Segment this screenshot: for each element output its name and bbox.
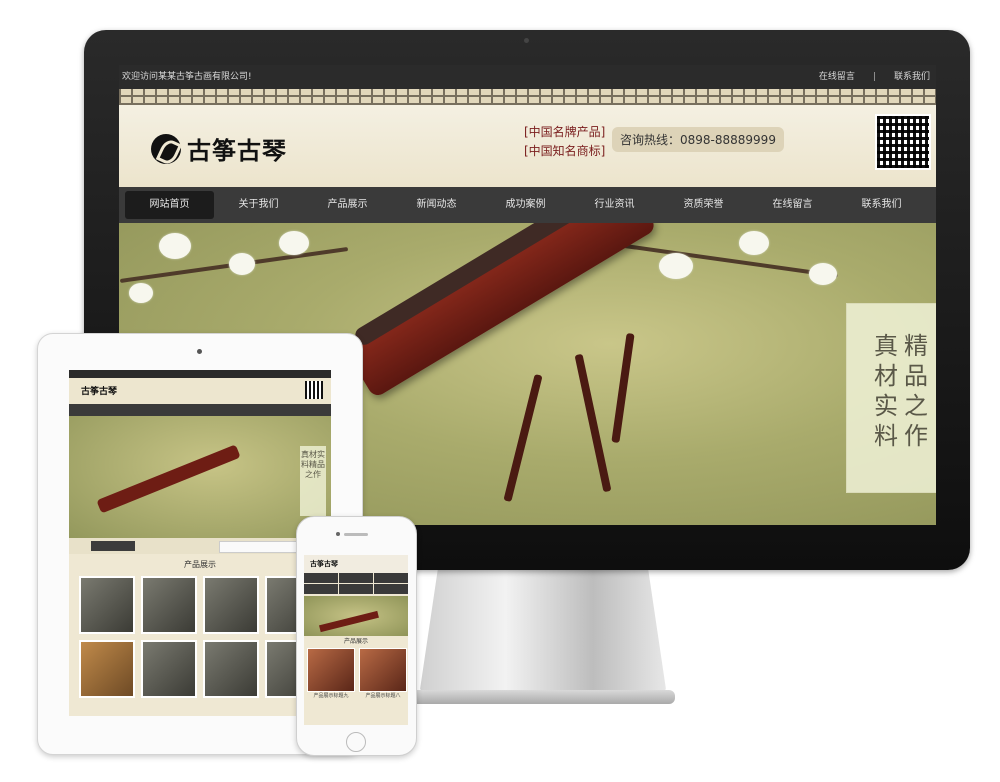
nav-item-about[interactable]: 关于我们 xyxy=(214,191,303,219)
logo-text: 古筝古琴 xyxy=(187,136,287,165)
tablet-product-card[interactable] xyxy=(203,576,259,634)
tablet-camera xyxy=(197,349,202,354)
brand-tags: [中国名牌产品] [中国知名商标] xyxy=(524,123,605,161)
phone-section-title: 产品展示 xyxy=(343,638,368,645)
hotline-badge: 咨询热线：0898-88889999 xyxy=(612,127,784,152)
phone-home-button[interactable] xyxy=(346,732,366,752)
phone-device: 古筝古琴 产品展示 产品展示标题九 产品展示标题八 xyxy=(296,516,417,756)
phone-nav-item[interactable] xyxy=(304,573,338,583)
magnolia-flower xyxy=(159,233,191,259)
guzheng-stand-leg xyxy=(503,373,543,503)
monitor-stand-foot xyxy=(405,690,675,704)
phone-banner xyxy=(304,596,408,636)
tablet-hot-keywords xyxy=(91,541,135,551)
site-logo[interactable]: 古筝古琴 xyxy=(151,131,287,166)
phone-speaker xyxy=(344,533,368,536)
phone-product-card[interactable]: 产品展示标题九 xyxy=(307,648,355,699)
brand-tag-famous-trademark: [中国知名商标] xyxy=(524,144,606,158)
magnolia-flower xyxy=(129,283,153,303)
slogan-quality-work: 精品之作 xyxy=(904,332,928,450)
monitor-camera xyxy=(524,38,529,43)
site-header: 古筝古琴 [中国名牌产品] [中国知名商标] 咨询热线：0898-8888999… xyxy=(119,105,936,187)
tablet-product-card[interactable] xyxy=(79,576,135,634)
tablet-section-title: 产品展示 xyxy=(184,560,216,569)
phone-nav-item[interactable] xyxy=(374,584,408,594)
nav-item-news[interactable]: 新闻动态 xyxy=(392,191,481,219)
top-bar: 欢迎访问某某古筝古画有限公司! 在线留言 | 联系我们 xyxy=(119,65,936,89)
nav-item-industry-news[interactable]: 行业资讯 xyxy=(570,191,659,219)
nav-item-products[interactable]: 产品展示 xyxy=(303,191,392,219)
phone-guzheng xyxy=(319,610,379,633)
monitor-stand xyxy=(418,568,668,703)
tablet-logo[interactable]: 古筝古琴 xyxy=(81,384,117,397)
phone-camera xyxy=(336,532,340,536)
guzheng-stand-leg xyxy=(574,353,612,493)
tablet-product-card[interactable] xyxy=(79,640,135,698)
nav-item-contact[interactable]: 联系我们 xyxy=(837,191,926,219)
phone-product-grid: 产品展示标题九 产品展示标题八 xyxy=(304,648,408,699)
phone-nav-grid xyxy=(304,573,408,594)
tablet-qr-code-icon xyxy=(305,381,323,399)
phone-website: 古筝古琴 产品展示 产品展示标题九 产品展示标题八 xyxy=(304,555,408,725)
magnolia-flower xyxy=(229,253,255,275)
magnolia-flower xyxy=(659,253,693,279)
tablet-nav[interactable] xyxy=(69,404,331,416)
nav-item-message[interactable]: 在线留言 xyxy=(748,191,837,219)
tablet-banner: 真材实料精品之作 xyxy=(69,416,331,538)
online-message-link[interactable]: 在线留言 xyxy=(819,65,855,89)
tablet-guzheng xyxy=(96,444,241,514)
phone-logo[interactable]: 古筝古琴 xyxy=(304,555,408,573)
top-link-separator: | xyxy=(872,72,876,82)
tablet-header: 古筝古琴 xyxy=(69,378,331,404)
phone-nav-item[interactable] xyxy=(374,573,408,583)
nav-item-home[interactable]: 网站首页 xyxy=(125,191,214,219)
magnolia-flower xyxy=(739,231,769,255)
slogan-genuine-material: 真材实料 xyxy=(874,332,898,450)
magnolia-flower xyxy=(809,263,837,285)
tablet-slogan: 真材实料精品之作 xyxy=(300,446,326,516)
top-links: 在线留言 | 联系我们 xyxy=(819,65,930,89)
tablet-product-grid xyxy=(69,576,331,698)
tablet-search-row xyxy=(69,538,331,554)
tablet-product-card[interactable] xyxy=(141,640,197,698)
phone-nav-item[interactable] xyxy=(304,584,338,594)
nav-item-cases[interactable]: 成功案例 xyxy=(481,191,570,219)
tablet-product-card[interactable] xyxy=(203,640,259,698)
brand-tag-famous-product: [中国名牌产品] xyxy=(524,125,606,139)
phone-product-caption: 产品展示标题八 xyxy=(365,693,401,699)
main-nav: 网站首页 关于我们 产品展示 新闻动态 成功案例 行业资讯 资质荣誉 在线留言 … xyxy=(119,187,936,223)
guzheng-stand-leg xyxy=(611,332,635,444)
lattice-pattern-border xyxy=(119,89,936,105)
phone-product-caption: 产品展示标题九 xyxy=(313,693,349,699)
phone-nav-item[interactable] xyxy=(339,573,373,583)
guzheng-logo-icon xyxy=(151,133,181,164)
phone-product-image xyxy=(307,648,355,692)
magnolia-flower xyxy=(279,231,309,255)
contact-us-link[interactable]: 联系我们 xyxy=(894,65,930,89)
tablet-product-card[interactable] xyxy=(141,576,197,634)
nav-item-honors[interactable]: 资质荣誉 xyxy=(659,191,748,219)
phone-nav-item[interactable] xyxy=(339,584,373,594)
tablet-website: 古筝古琴 真材实料精品之作 产品展示 xyxy=(69,370,331,716)
qr-code-icon xyxy=(875,114,931,170)
phone-product-image xyxy=(359,648,407,692)
tablet-top-bar xyxy=(69,370,331,378)
welcome-text: 欢迎访问某某古筝古画有限公司! xyxy=(122,72,252,82)
phone-product-card[interactable]: 产品展示标题八 xyxy=(359,648,407,699)
